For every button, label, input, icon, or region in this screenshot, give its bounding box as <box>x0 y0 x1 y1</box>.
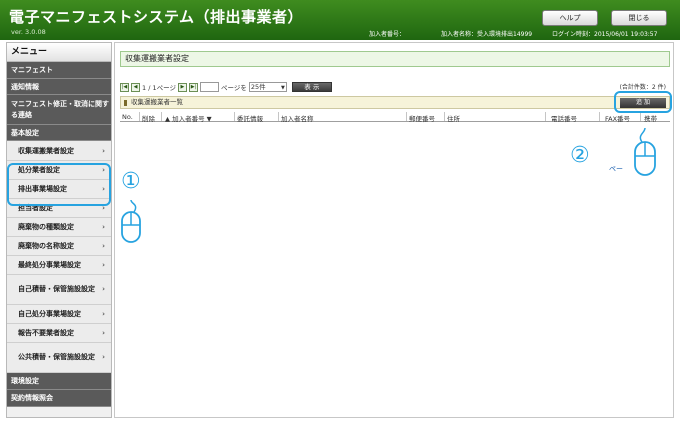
chevron-right-icon: › <box>102 261 105 269</box>
sidebar-item-notifications[interactable]: 通知情報 <box>7 79 111 95</box>
column-divider <box>599 112 600 121</box>
sidebar-item-label: 報告不要業者設定 <box>18 329 74 337</box>
pagination-bar: |◀ ◀ 1 / 1ページ ▶ ▶| ページを 25件 表 示 <box>120 82 332 92</box>
sidebar-item-label: 契約情報照会 <box>11 394 53 402</box>
member-number-label: 加入者番号： <box>369 31 406 38</box>
column-divider <box>406 112 407 121</box>
column-divider <box>139 112 140 121</box>
sidebar-item-self-disposal-settings[interactable]: 自己処分事業場設定 › <box>7 305 111 324</box>
highlight-box-add-button <box>614 91 672 113</box>
app-title: 電子マニフェストシステム（排出事業者） <box>9 8 304 26</box>
sidebar-item-label: 収集運搬業者設定 <box>18 146 74 155</box>
col-no: No. <box>122 113 133 121</box>
sidebar-item-label: 自己処分事業場設定 <box>18 310 81 318</box>
app-window: 電子マニフェストシステム（排出事業者） ver. 3.0.08 加入者番号： 加… <box>0 0 680 423</box>
sidebar-item-environment-settings[interactable]: 環境設定 <box>7 373 111 390</box>
sidebar-item-carrier-settings[interactable]: 収集運搬業者設定 › <box>7 141 111 161</box>
column-divider <box>444 112 445 121</box>
version-label: ver. 3.0.08 <box>11 28 46 36</box>
menu-title: メニュー <box>7 43 111 62</box>
sidebar-item-label: マニフェスト <box>11 66 53 74</box>
page-top-link[interactable]: ペー <box>609 164 623 174</box>
app-header: 電子マニフェストシステム（排出事業者） ver. 3.0.08 加入者番号： 加… <box>0 0 680 40</box>
first-page-icon[interactable]: |◀ <box>120 82 129 92</box>
page-number-input[interactable] <box>199 82 219 92</box>
sidebar-item-contract-info[interactable]: 契約情報照会 <box>7 390 111 407</box>
sidebar-item-label: 公共積替・保管施設設定 <box>18 353 95 361</box>
last-page-icon[interactable]: ▶| <box>188 82 198 92</box>
column-divider <box>545 112 546 121</box>
sidebar-item-basic-settings[interactable]: 基本設定 <box>7 125 111 141</box>
col-fax: FAX番号 <box>605 115 631 123</box>
sidebar-item-label: 自己積替・保管施設設定 <box>18 285 95 293</box>
column-divider <box>640 112 641 121</box>
login-time-label: ログイン時刻：2015/06/01 19:03:57 <box>552 31 658 38</box>
step-marker-1: ① <box>121 169 141 194</box>
list-title: 収集運搬業者一覧 <box>131 98 183 106</box>
list-header-bar: 収集運搬業者一覧 追 加 <box>120 96 670 109</box>
mouse-icon <box>634 128 656 176</box>
sidebar-item-self-storage-settings[interactable]: 自己積替・保管施設設定 › <box>7 275 111 305</box>
col-member-number[interactable]: ▲ 加入者番号 ▼ <box>165 113 212 123</box>
col-member-name: 加入者名称 <box>281 115 314 123</box>
sidebar-item-label: 廃棄物の種類設定 <box>18 223 74 231</box>
sidebar-item-manifest[interactable]: マニフェスト <box>7 62 111 79</box>
total-count: (合計件数：2 件) <box>619 84 666 91</box>
main-content: 収集運搬業者設定 |◀ ◀ 1 / 1ページ ▶ ▶| ページを 25件 表 示… <box>114 42 674 418</box>
chevron-right-icon: › <box>102 146 105 155</box>
prev-page-icon[interactable]: ◀ <box>131 82 140 92</box>
sidebar-item-waste-name-settings[interactable]: 廃棄物の名称設定 › <box>7 237 111 256</box>
col-postal-code: 郵便番号 <box>409 115 435 123</box>
next-page-icon[interactable]: ▶ <box>177 82 187 92</box>
chevron-right-icon: › <box>102 353 105 361</box>
help-button[interactable]: ヘルプ <box>542 10 598 26</box>
sidebar-item-manifest-correction[interactable]: マニフェスト修正・取消に関する連絡 <box>7 95 111 125</box>
show-button[interactable]: 表 示 <box>291 82 332 92</box>
page-indicator: 1 / 1ページ <box>142 84 176 92</box>
sidebar-menu: メニュー マニフェスト 通知情報 マニフェスト修正・取消に関する連絡 基本設定 … <box>6 42 112 418</box>
chevron-right-icon: › <box>102 242 105 250</box>
sidebar-item-public-storage-settings[interactable]: 公共積替・保管施設設定 › <box>7 343 111 373</box>
col-delete: 削除 <box>142 115 155 123</box>
step-marker-2: ② <box>570 143 590 168</box>
col-phone: 電話番号 <box>551 115 577 123</box>
sidebar-item-no-report-settings[interactable]: 報告不要業者設定 › <box>7 324 111 343</box>
per-page-select[interactable]: 25件 <box>248 82 287 92</box>
column-divider <box>278 112 279 121</box>
sidebar-item-label: 環境設定 <box>11 377 39 385</box>
sidebar-item-label: 通知情報 <box>11 82 39 91</box>
sidebar-item-label: 廃棄物の名称設定 <box>18 242 74 250</box>
mouse-icon <box>121 200 141 243</box>
column-divider <box>234 112 235 121</box>
sidebar-item-label: マニフェスト修正・取消に関する連絡 <box>11 99 109 119</box>
chevron-right-icon: › <box>102 223 105 231</box>
close-button[interactable]: 閉じる <box>611 10 667 26</box>
sidebar-item-final-disposal-settings[interactable]: 最終処分事業場設定 › <box>7 256 111 275</box>
page-suffix-label: ページを <box>220 84 247 92</box>
table-header: No. 削除 ▲ 加入者番号 ▼ 委託情報 加入者名称 郵便番号 住所 電話番号… <box>120 111 670 123</box>
sidebar-item-waste-type-settings[interactable]: 廃棄物の種類設定 › <box>7 218 111 237</box>
sidebar-item-label: 基本設定 <box>11 128 39 137</box>
col-mobile: 携帯 <box>644 115 657 123</box>
col-consignment-info: 委託情報 <box>237 115 263 123</box>
column-divider <box>161 112 162 121</box>
sidebar-item-label: 最終処分事業場設定 <box>18 261 81 269</box>
page-title: 収集運搬業者設定 <box>120 51 670 67</box>
chevron-right-icon: › <box>102 310 105 318</box>
member-name-label: 加入者名称：受入環境排出14999 <box>441 31 533 38</box>
chevron-right-icon: › <box>102 329 105 337</box>
chevron-right-icon: › <box>102 285 105 293</box>
col-address: 住所 <box>447 115 460 123</box>
highlight-box-sidebar <box>7 163 111 206</box>
